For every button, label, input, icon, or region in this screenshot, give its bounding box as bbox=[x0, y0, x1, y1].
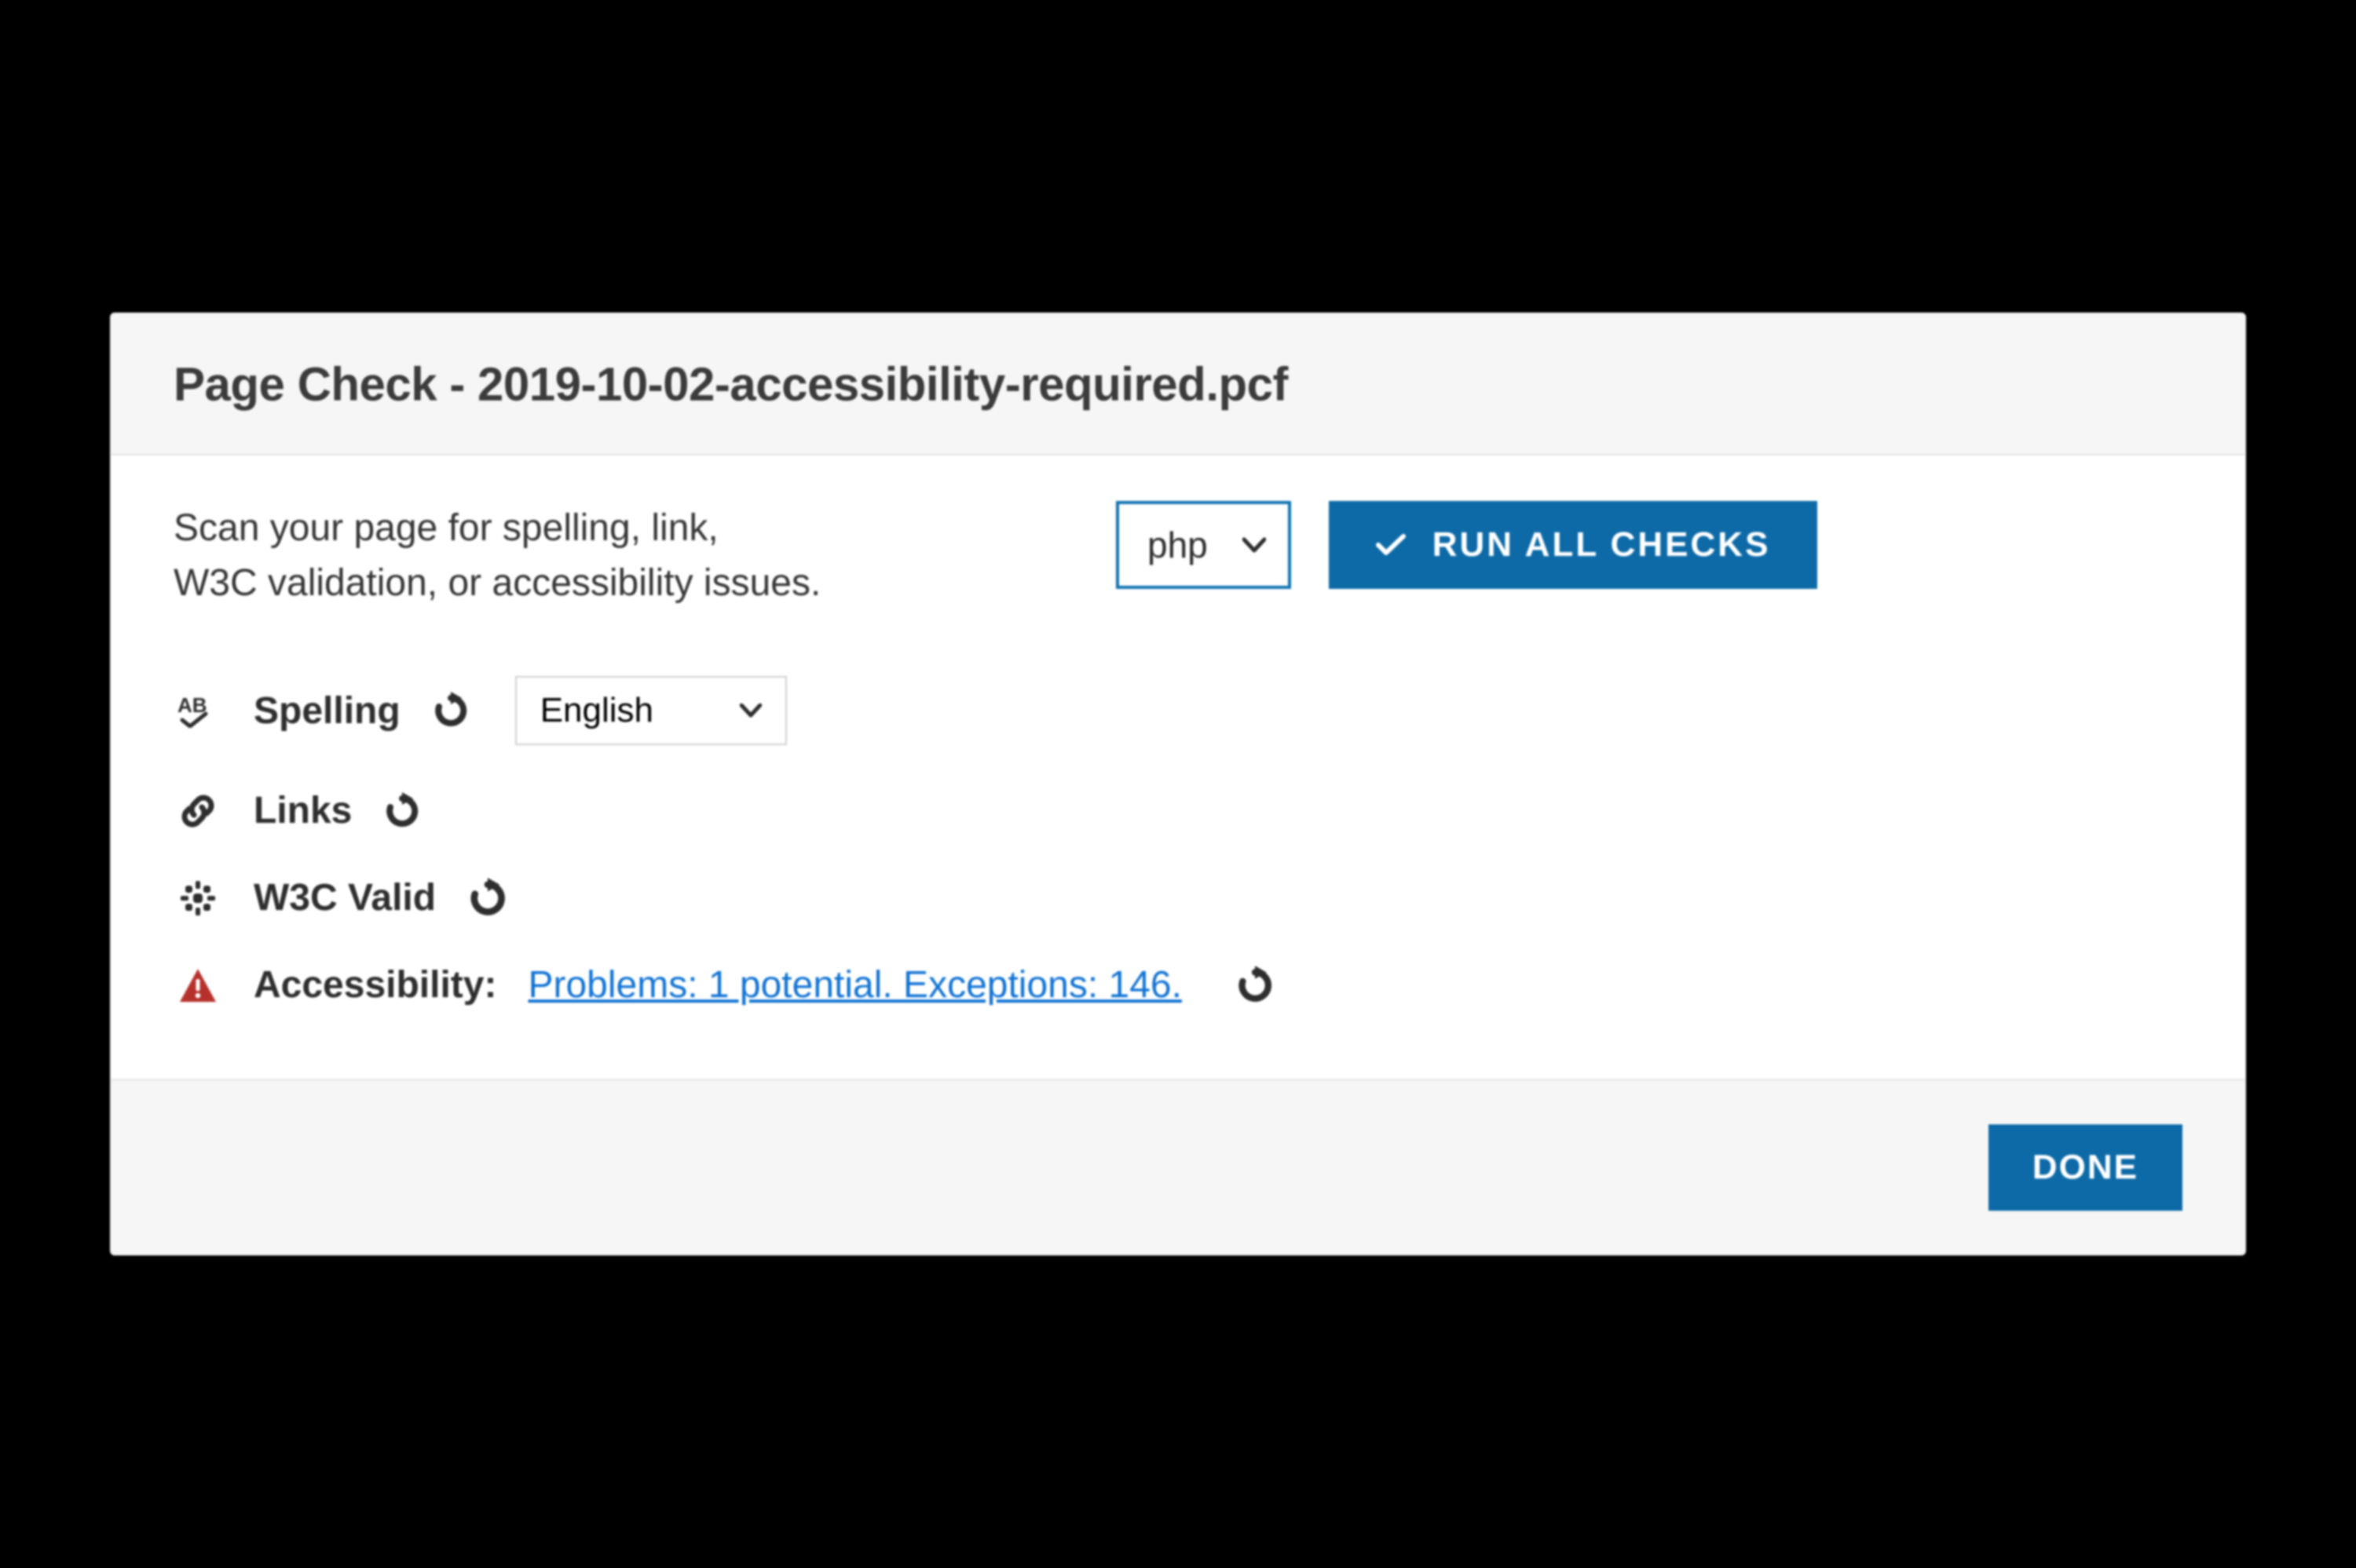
run-all-checks-button[interactable]: RUN ALL CHECKS bbox=[1329, 501, 1818, 589]
alert-triangle-icon bbox=[174, 967, 222, 1003]
instructions-text: Scan your page for spelling, link, W3C v… bbox=[174, 501, 1085, 610]
format-select-value: php bbox=[1147, 524, 1208, 566]
link-icon bbox=[174, 791, 222, 831]
w3c-label: W3C Valid bbox=[254, 876, 436, 919]
chevron-down-icon bbox=[740, 704, 762, 718]
links-refresh-button[interactable] bbox=[383, 792, 421, 830]
dialog-title: Page Check - 2019-10-02-accessibility-re… bbox=[174, 357, 2182, 411]
spelling-refresh-button[interactable] bbox=[432, 692, 470, 729]
instructions-line1: Scan your page for spelling, link, bbox=[174, 507, 719, 549]
accessibility-result-link[interactable]: Problems: 1 potential. Exceptions: 146. bbox=[528, 963, 1181, 1007]
spelling-language-value: English bbox=[540, 691, 653, 730]
done-button-label: DONE bbox=[2032, 1148, 2138, 1186]
spellcheck-icon: AB bbox=[174, 693, 222, 728]
spelling-label: Spelling bbox=[254, 689, 401, 733]
dialog-footer: DONE bbox=[111, 1079, 2245, 1255]
w3c-refresh-button[interactable] bbox=[467, 878, 508, 919]
links-label: Links bbox=[254, 789, 352, 832]
chevron-down-icon bbox=[1242, 537, 1266, 553]
format-select[interactable]: php bbox=[1116, 501, 1291, 589]
instructions-line2: W3C validation, or accessibility issues. bbox=[174, 562, 821, 604]
accessibility-refresh-button[interactable] bbox=[1235, 966, 1275, 1005]
check-row-w3c: W3C Valid bbox=[174, 854, 2182, 941]
page-check-dialog: Page Check - 2019-10-02-accessibility-re… bbox=[110, 313, 2246, 1255]
spelling-language-select[interactable]: English bbox=[515, 676, 787, 745]
dialog-header: Page Check - 2019-10-02-accessibility-re… bbox=[111, 313, 2245, 455]
check-row-links: Links bbox=[174, 767, 2182, 854]
done-button[interactable]: DONE bbox=[1988, 1124, 2182, 1211]
dialog-body: Scan your page for spelling, link, W3C v… bbox=[111, 455, 2245, 1079]
accessibility-label: Accessibility: bbox=[254, 963, 496, 1007]
check-row-spelling: AB Spelling English bbox=[174, 654, 2182, 767]
globe-icon bbox=[174, 879, 222, 918]
check-row-accessibility: Accessibility: Problems: 1 potential. Ex… bbox=[174, 941, 2182, 1029]
run-all-checks-label: RUN ALL CHECKS bbox=[1432, 525, 1771, 565]
svg-text:AB: AB bbox=[177, 693, 207, 717]
check-icon bbox=[1376, 533, 1406, 557]
